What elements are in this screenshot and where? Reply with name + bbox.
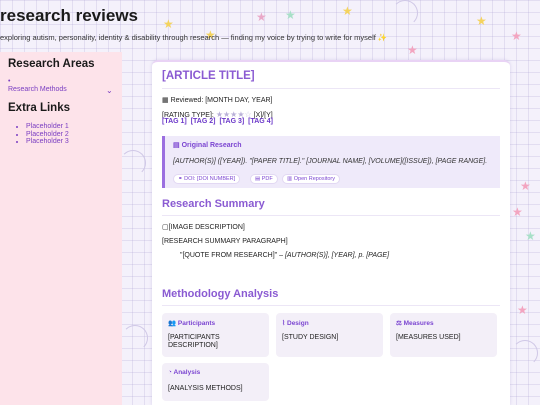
citation: [AUTHOR(S)] ([YEAR]). "[PAPER TITLE]." [… <box>173 158 488 165</box>
participants-card: 👥 Participants [PARTICIPANTS DESCRIPTION… <box>162 313 269 357</box>
research-areas-heading: Research Areas <box>8 58 95 70</box>
open-repository-button[interactable]: ▥ Open Repository <box>282 174 341 184</box>
analysis-heading: ◔ Analysis <box>168 369 200 376</box>
calendar-icon: ▦ <box>162 97 169 104</box>
swirl-decoration-icon <box>122 325 148 351</box>
chart-line-icon: ⌇ <box>282 320 286 327</box>
divider <box>162 88 500 89</box>
divider <box>162 305 500 306</box>
tag-link[interactable]: [TAG 1] <box>162 118 187 125</box>
users-icon: 👥 <box>168 320 177 327</box>
chevron-down-icon[interactable]: ⌄ <box>106 86 113 95</box>
quote-source: [AUTHOR(S)], [YEAR], p. [PAGE] <box>284 252 390 259</box>
link-icon: ⚭ <box>178 176 183 182</box>
reviewed-label: Reviewed: [MONTH DAY, YEAR] <box>170 97 273 104</box>
extra-links-list: Placeholder 1 Placeholder 2 Placeholder … <box>26 123 69 146</box>
doi-button[interactable]: ⚭ DOI: [DOI NUMBER] <box>173 174 241 184</box>
doi-label: DOI: [DOI NUMBER] <box>184 176 236 182</box>
measures-label: Measures <box>403 320 434 327</box>
design-label: Design <box>287 320 309 327</box>
star-decoration-icon: ★ <box>512 205 523 219</box>
summary-image: ▢[IMAGE DESCRIPTION] <box>162 223 245 231</box>
tag-link[interactable]: [TAG 4] <box>248 118 273 125</box>
measures-value: [MEASURES USED] <box>396 334 461 341</box>
measures-heading: ⚖ Measures <box>396 319 434 327</box>
image-alt-text: [IMAGE DESCRIPTION] <box>168 224 245 231</box>
site-title[interactable]: research reviews <box>0 6 138 26</box>
analysis-card: ◔ Analysis [ANALYSIS METHODS] <box>162 363 269 401</box>
original-research-box: ▤ Original Research [AUTHOR(S)] ([YEAR])… <box>162 136 500 188</box>
star-decoration-icon: ★ <box>520 179 531 193</box>
extra-links-heading: Extra Links <box>8 102 70 114</box>
star-decoration-icon: ★ <box>525 229 536 243</box>
sidebar-link-placeholder-2[interactable]: Placeholder 2 <box>26 131 69 139</box>
design-heading: ⌇ Design <box>282 319 309 327</box>
analysis-label: Analysis <box>173 369 201 376</box>
sidebar-link-placeholder-3[interactable]: Placeholder 3 <box>26 138 69 146</box>
sidebar: Research Areas • Research Methods ⌄ Extr… <box>0 52 122 405</box>
repository-icon: ▥ <box>287 176 293 182</box>
tag-link[interactable]: [TAG 3] <box>219 118 244 125</box>
swirl-decoration-icon <box>512 340 538 366</box>
swirl-decoration-icon <box>120 150 146 176</box>
review-date: ▦ Reviewed: [MONTH DAY, YEAR] <box>162 96 273 104</box>
site-tagline: exploring autism, personality, identity … <box>0 33 388 42</box>
star-decoration-icon: ★ <box>517 303 528 317</box>
analysis-value: [ANALYSIS METHODS] <box>168 385 243 392</box>
quote-text: "[QUOTE FROM RESEARCH]" – <box>180 252 285 259</box>
tag-list: [TAG 1] [TAG 2] [TAG 3] [TAG 4] <box>162 118 275 125</box>
divider <box>162 215 500 216</box>
repository-label: Open Repository <box>293 176 336 182</box>
list-bullet: • <box>8 78 11 85</box>
research-summary-heading: Research Summary <box>162 198 265 210</box>
measures-card: ⚖ Measures [MEASURES USED] <box>390 313 497 357</box>
original-research-label: Original Research <box>181 142 242 149</box>
pdf-icon: ▤ <box>255 176 261 182</box>
sidebar-item-research-methods[interactable]: Research Methods <box>8 86 67 93</box>
design-value: [STUDY DESIGN] <box>282 334 339 341</box>
broken-image-icon: ▢ <box>162 224 169 231</box>
summary-quote: "[QUOTE FROM RESEARCH]" – [AUTHOR(S)], [… <box>180 252 389 259</box>
summary-paragraph: [RESEARCH SUMMARY PARAGRAPH] <box>162 238 288 245</box>
participants-value: [PARTICIPANTS DESCRIPTION] <box>168 334 220 349</box>
document-icon: ▤ <box>173 142 180 149</box>
methodology-heading: Methodology Analysis <box>162 288 279 300</box>
tag-link[interactable]: [TAG 2] <box>191 118 216 125</box>
site-header: research reviews exploring autism, perso… <box>0 0 540 46</box>
sidebar-link-placeholder-1[interactable]: Placeholder 1 <box>26 123 69 131</box>
design-card: ⌇ Design [STUDY DESIGN] <box>276 313 383 357</box>
pie-chart-icon: ◔ <box>168 369 172 376</box>
ruler-icon: ⚖ <box>396 320 402 327</box>
pdf-button[interactable]: ▤ PDF <box>250 174 278 184</box>
participants-heading: 👥 Participants <box>168 319 215 327</box>
article-title: [ARTICLE TITLE] <box>162 70 255 82</box>
pdf-label: PDF <box>261 176 273 182</box>
participants-label: Participants <box>177 320 216 327</box>
article-card: [ARTICLE TITLE] ▦ Reviewed: [MONTH DAY, … <box>152 60 510 405</box>
original-research-heading: ▤ Original Research <box>173 141 242 149</box>
